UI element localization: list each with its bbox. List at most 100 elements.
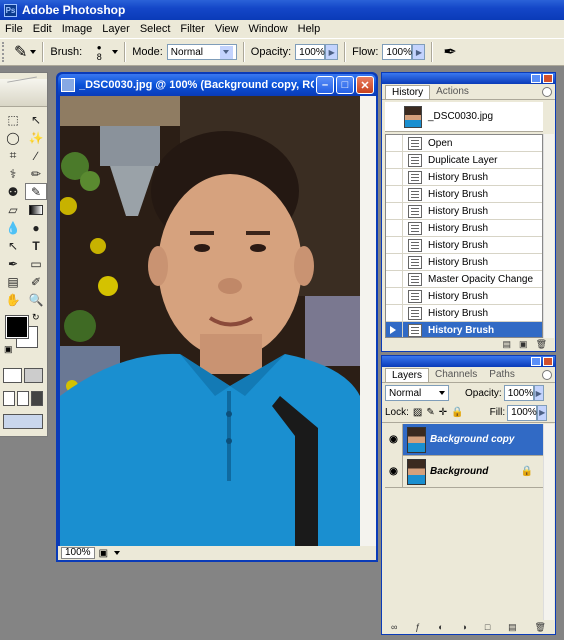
clone-stamp-icon[interactable]: ⚉ — [2, 183, 24, 200]
healing-brush-icon[interactable]: ⚕ — [2, 165, 24, 182]
history-item[interactable]: History Brush — [386, 254, 542, 271]
status-info-icon[interactable]: ▣ — [99, 548, 108, 559]
flow-slider-button[interactable]: ▶ — [412, 44, 426, 60]
palette-menu-icon[interactable] — [542, 87, 552, 97]
layer-background-copy[interactable]: ◉ Background copy — [385, 423, 543, 456]
link-layers-icon[interactable]: ∞ — [391, 622, 397, 632]
opacity-slider-button[interactable]: ▶ — [325, 44, 339, 60]
type-icon[interactable]: T — [25, 237, 47, 254]
history-item[interactable]: History Brush — [386, 305, 542, 322]
layer-opacity-slider-button[interactable]: ▶ — [533, 385, 544, 401]
pen-icon[interactable]: ✒ — [2, 255, 24, 272]
lasso-icon[interactable]: ◯ — [2, 129, 24, 146]
eyedropper-icon[interactable]: ✐ — [25, 273, 47, 290]
close-button[interactable]: ✕ — [356, 76, 374, 94]
history-brush-icon[interactable]: ✎ — [25, 183, 47, 200]
menu-help[interactable]: Help — [293, 23, 326, 35]
full-screen-menu-icon[interactable] — [17, 391, 29, 406]
foreground-color-swatch[interactable] — [5, 315, 29, 339]
history-palette-titlebar[interactable] — [382, 73, 555, 84]
zoom-level[interactable]: 100% — [61, 547, 95, 559]
lock-icon[interactable]: 🔒 — [451, 407, 463, 418]
swap-colors-icon[interactable]: ↻ — [32, 312, 40, 323]
menu-filter[interactable]: Filter — [175, 23, 209, 35]
history-item[interactable]: History Brush — [386, 220, 542, 237]
tab-actions[interactable]: Actions — [430, 85, 475, 99]
opacity-input[interactable]: 100% — [295, 44, 326, 60]
trash-icon[interactable]: 🗑 — [535, 622, 546, 633]
eraser-icon[interactable]: ▱ — [2, 201, 24, 218]
airbrush-icon[interactable]: ✒ — [443, 42, 456, 62]
lock-transparency-icon[interactable]: ▨ — [413, 407, 422, 418]
blend-mode-select[interactable]: Normal — [385, 385, 449, 401]
lock-image-icon[interactable]: ✎ — [426, 407, 434, 418]
new-snapshot-icon[interactable]: ▣ — [519, 339, 528, 350]
maximize-button[interactable]: □ — [336, 76, 354, 94]
toolbox-header[interactable] — [0, 76, 47, 107]
layers-palette-titlebar[interactable] — [382, 356, 555, 367]
eye-icon[interactable]: ◉ — [385, 455, 403, 488]
menu-view[interactable]: View — [210, 23, 244, 35]
blur-icon[interactable]: 💧 — [2, 219, 24, 236]
menu-image[interactable]: Image — [57, 23, 98, 35]
zoom-icon[interactable]: 🔍 — [25, 291, 47, 308]
image-ready-icon[interactable] — [3, 414, 43, 429]
history-item-selected[interactable]: History Brush — [386, 322, 542, 337]
move-icon[interactable]: ↖ — [25, 111, 47, 128]
hand-icon[interactable]: ✋ — [2, 291, 24, 308]
tool-preset-dropdown-icon[interactable] — [30, 50, 37, 54]
palette-close-icon[interactable] — [543, 357, 553, 366]
palette-minimize-icon[interactable] — [531, 357, 541, 366]
layer-mask-icon[interactable]: ◐ — [438, 622, 443, 632]
magic-wand-icon[interactable]: ✨ — [25, 129, 47, 146]
tab-paths[interactable]: Paths — [483, 368, 521, 382]
dodge-icon[interactable]: ● — [25, 219, 47, 236]
tab-layers[interactable]: Layers — [385, 368, 430, 382]
full-screen-icon[interactable] — [31, 391, 43, 406]
crop-icon[interactable]: ⌗ — [2, 147, 24, 164]
standard-mode-icon[interactable] — [3, 368, 22, 383]
adjustment-layer-icon[interactable]: ◑ — [461, 622, 466, 632]
menu-layer[interactable]: Layer — [97, 23, 135, 35]
status-menu-icon[interactable] — [114, 551, 121, 555]
minimize-button[interactable]: – — [316, 76, 334, 94]
fill-input[interactable]: 100% — [507, 404, 538, 421]
history-scrollbar[interactable] — [543, 134, 554, 338]
menu-edit[interactable]: Edit — [28, 23, 57, 35]
brush-icon[interactable]: ✏ — [25, 165, 47, 182]
new-layer-icon[interactable]: ▤ — [508, 622, 517, 633]
layers-scrollbar[interactable] — [543, 424, 554, 620]
menu-select[interactable]: Select — [135, 23, 176, 35]
history-item[interactable]: History Brush — [386, 237, 542, 254]
palette-menu-icon[interactable] — [542, 370, 552, 380]
path-select-icon[interactable]: ↖ — [2, 237, 24, 254]
standard-screen-icon[interactable] — [3, 391, 15, 406]
tab-channels[interactable]: Channels — [429, 368, 483, 382]
flow-input[interactable]: 100% — [382, 44, 413, 60]
history-brush-preset-icon[interactable]: ✎ — [14, 42, 27, 62]
history-item[interactable]: History Brush — [386, 186, 542, 203]
history-item[interactable]: History Brush — [386, 203, 542, 220]
layer-opacity-input[interactable]: 100% — [503, 385, 534, 401]
document-vertical-scrollbar[interactable] — [360, 96, 376, 548]
lock-position-icon[interactable]: ✛ — [439, 407, 447, 418]
palette-close-icon[interactable] — [543, 74, 553, 83]
layer-background[interactable]: ◉ Background 🔒 — [385, 455, 543, 488]
marquee-icon[interactable]: ⬚ — [2, 111, 24, 128]
slice-icon[interactable]: ∕ — [25, 147, 47, 164]
menu-window[interactable]: Window — [244, 23, 293, 35]
notes-icon[interactable]: ▤ — [2, 273, 24, 290]
default-colors-icon[interactable]: ▣ — [4, 344, 13, 355]
tab-history[interactable]: History — [385, 85, 431, 99]
history-snapshot[interactable]: _DSC0030.jpg — [385, 102, 543, 132]
options-grip[interactable] — [2, 42, 8, 62]
layer-style-icon[interactable]: ƒ — [415, 622, 420, 632]
shape-icon[interactable]: ▭ — [25, 255, 47, 272]
brush-dropdown-icon[interactable] — [112, 50, 119, 54]
document-title-bar[interactable]: _DSC0030.jpg @ 100% (Background copy, RG… — [58, 74, 376, 96]
palette-minimize-icon[interactable] — [531, 74, 541, 83]
image-canvas[interactable] — [60, 96, 360, 548]
quick-mask-icon[interactable] — [24, 368, 43, 383]
trash-icon[interactable]: 🗑 — [536, 339, 547, 350]
gradient-icon[interactable] — [25, 201, 47, 218]
